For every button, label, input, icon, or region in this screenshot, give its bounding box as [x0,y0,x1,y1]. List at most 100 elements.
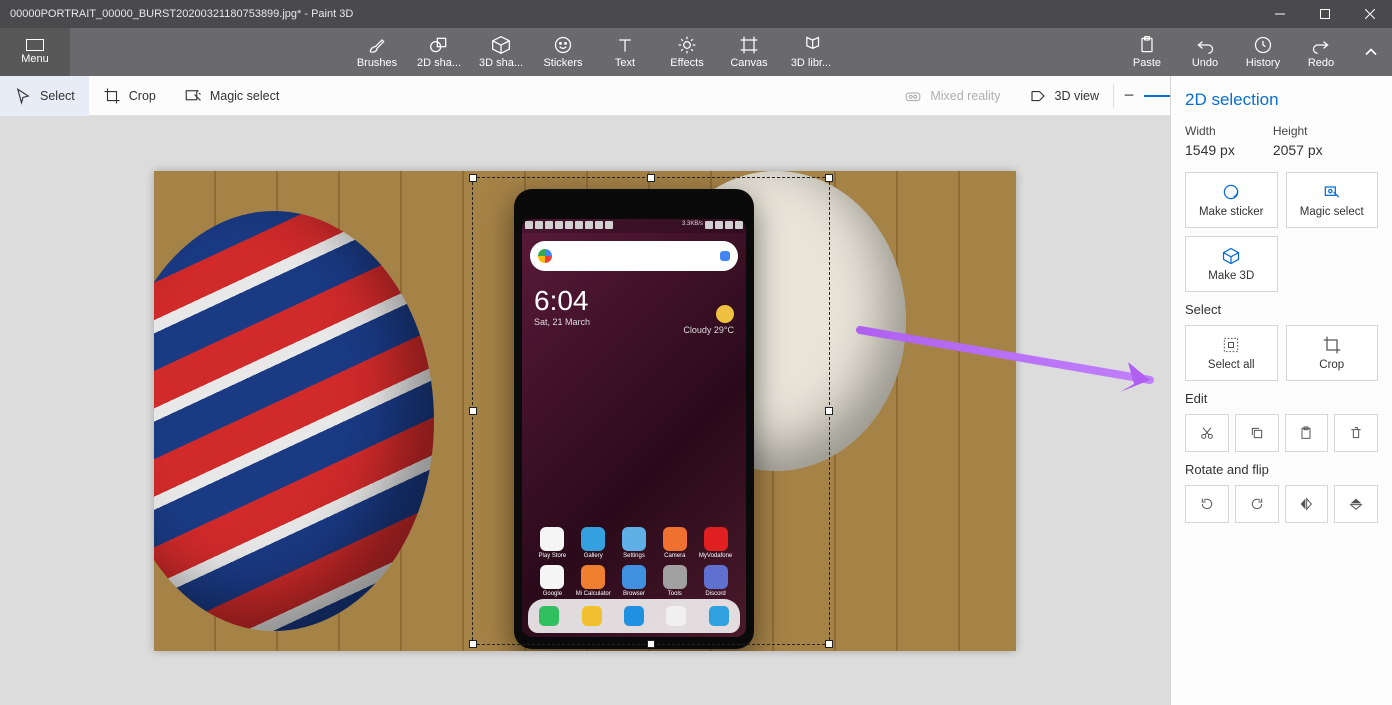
handle-s[interactable] [647,640,655,648]
2d-shapes-button[interactable]: 2D sha... [408,28,470,76]
trash-icon [1348,425,1364,441]
text-icon [615,35,635,55]
width-value: 1549 px [1185,142,1235,158]
handle-se[interactable] [825,640,833,648]
3d-library-button[interactable]: 3D libr... [780,28,842,76]
canvas-label: Canvas [730,57,767,69]
mr-icon [904,87,922,105]
3d-library-label: 3D libr... [791,57,831,69]
effects-button[interactable]: Effects [656,28,718,76]
stickers-button[interactable]: Stickers [532,28,594,76]
history-label: History [1246,57,1280,69]
flip-vertical-button[interactable] [1334,485,1378,523]
canvas-icon [739,35,759,55]
crop-icon [1322,335,1342,355]
window-controls [1257,0,1392,28]
maximize-button[interactable] [1302,0,1347,28]
edit-section-header: Edit [1185,391,1378,406]
canvas-button[interactable]: Canvas [718,28,780,76]
handle-ne[interactable] [825,174,833,182]
copy-icon [1249,425,1265,441]
3d-view-button[interactable]: 3D view [1015,76,1113,116]
undo-label: Undo [1192,57,1218,69]
crop-label: Crop [129,89,156,103]
paste-button[interactable]: Paste [1118,28,1176,76]
mixed-reality-button: Mixed reality [890,76,1014,116]
panel-title: 2D selection [1185,90,1378,110]
collapse-button[interactable] [1350,28,1392,76]
close-button[interactable] [1347,0,1392,28]
select-all-icon [1221,335,1241,355]
library-icon [801,35,821,55]
redo-label: Redo [1308,57,1334,69]
minimize-button[interactable] [1257,0,1302,28]
height-value: 2057 px [1273,142,1323,158]
ribbon-tools: Brushes 2D sha... 3D sha... Stickers Tex… [70,28,1118,76]
brushes-button[interactable]: Brushes [346,28,408,76]
view3d-icon [1029,87,1047,105]
flip-v-icon [1348,496,1364,512]
select-label: Select [40,89,75,103]
side-panel: 2D selection Width 1549 px Height 2057 p… [1170,76,1392,705]
select-all-button[interactable]: Select all [1185,325,1278,381]
brushes-label: Brushes [357,57,397,69]
cut-button[interactable] [1185,414,1229,452]
redo-icon [1311,35,1331,55]
title-bar: 00000PORTRAIT_00000_BURST202003211807538… [0,0,1392,28]
2d-shapes-label: 2D sha... [417,57,461,69]
shape2d-icon [429,35,449,55]
crop-tool-button[interactable]: Crop [89,76,170,116]
text-label: Text [615,57,635,69]
window-title: 00000PORTRAIT_00000_BURST202003211807538… [0,8,1257,20]
handle-n[interactable] [647,174,655,182]
magic-select-label: Magic select [210,89,279,103]
flip-horizontal-button[interactable] [1285,485,1329,523]
brush-icon [367,35,387,55]
magic-select-button[interactable]: Magic select [1286,172,1379,228]
dimensions: Width 1549 px Height 2057 px [1185,124,1378,158]
handle-w[interactable] [469,407,477,415]
rotate-ccw-button[interactable] [1185,485,1229,523]
make-3d-button[interactable]: Make 3D [1185,236,1278,292]
paste-button[interactable] [1285,414,1329,452]
cursor-icon [14,87,32,105]
menu-icon [26,39,44,51]
text-button[interactable]: Text [594,28,656,76]
3d-shapes-button[interactable]: 3D sha... [470,28,532,76]
crop-button[interactable]: Crop [1286,325,1379,381]
effects-icon [677,35,697,55]
handle-e[interactable] [825,407,833,415]
handle-nw[interactable] [469,174,477,182]
cube-icon [491,35,511,55]
history-icon [1253,35,1273,55]
history-button[interactable]: History [1234,28,1292,76]
make-sticker-button[interactable]: Make sticker [1185,172,1278,228]
cube-icon [1221,246,1241,266]
zoom-out-button[interactable]: − [1114,85,1144,106]
paste-icon [1298,425,1314,441]
3d-view-label: 3D view [1055,89,1099,103]
canvas-area[interactable]: 3.3KB/s 6:04 Sat, 21 March Cloudy 29°C P… [0,116,1170,705]
image-canvas[interactable]: 3.3KB/s 6:04 Sat, 21 March Cloudy 29°C P… [154,171,1016,651]
select-tool-button[interactable]: Select [0,76,89,116]
redo-button[interactable]: Redo [1292,28,1350,76]
ribbon-right: Paste Undo History Redo [1118,28,1392,76]
chevron-up-icon [1361,42,1381,62]
menu-button[interactable]: Menu [0,28,70,76]
flip-h-icon [1298,496,1314,512]
effects-label: Effects [670,57,703,69]
delete-button[interactable] [1334,414,1378,452]
rotate-section-header: Rotate and flip [1185,462,1378,477]
ribbon: Menu Brushes 2D sha... 3D sha... Sticker… [0,28,1392,76]
rotate-cw-button[interactable] [1235,485,1279,523]
undo-button[interactable]: Undo [1176,28,1234,76]
rotate-cw-icon [1249,496,1265,512]
paste-label: Paste [1133,57,1161,69]
paste-icon [1137,35,1157,55]
handle-sw[interactable] [469,640,477,648]
magic-icon [184,87,202,105]
copy-button[interactable] [1235,414,1279,452]
sticker-icon [553,35,573,55]
magic-select-tool-button[interactable]: Magic select [170,76,293,116]
selection-rectangle[interactable] [472,177,830,645]
